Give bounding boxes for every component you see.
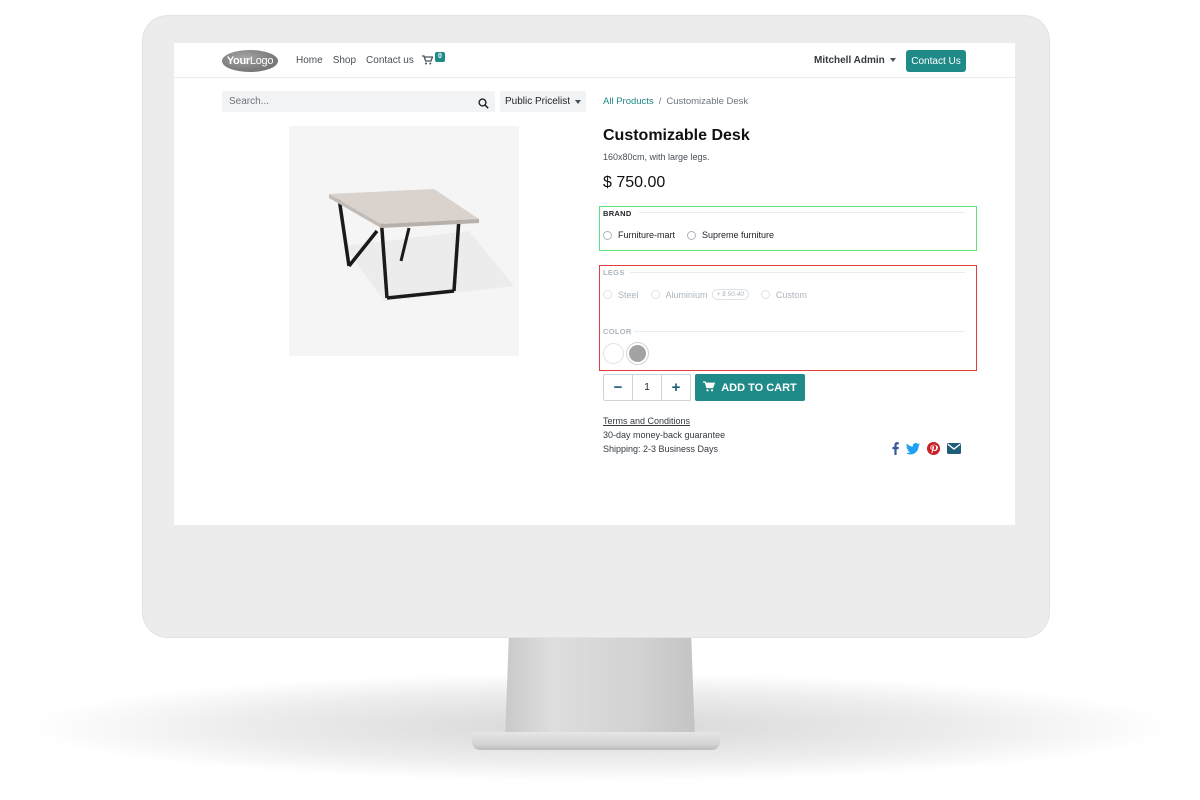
quantity-stepper: − 1 + <box>603 374 691 401</box>
quantity-increase-button[interactable]: + <box>662 375 690 400</box>
radio-button[interactable] <box>760 290 770 299</box>
envelope-icon[interactable] <box>947 443 961 454</box>
screen: Your Logo Home Shop Contact us 0 Mitchell… <box>174 43 1015 525</box>
breadcrumb-separator: / <box>658 96 662 107</box>
breadcrumb-current: Customizable Desk <box>666 96 749 107</box>
chevron-down-icon <box>575 99 582 104</box>
add-to-cart-label: ADD TO CART <box>721 381 797 394</box>
legs-option-steel[interactable]: Steel <box>603 290 639 300</box>
site-header: Your Logo Home Shop Contact us 0 Mitchell… <box>174 43 1015 78</box>
terms-link[interactable]: Terms and Conditions <box>603 416 690 426</box>
legs-option-aluminium[interactable]: Aluminium + $ 50.40 <box>650 289 749 300</box>
monitor-stand <box>505 636 695 740</box>
product-image[interactable] <box>289 126 519 356</box>
pricelist-label: Public Pricelist <box>504 96 571 107</box>
color-divider <box>634 331 965 332</box>
brand-option-label: Furniture-mart <box>618 230 676 240</box>
nav-shop[interactable]: Shop <box>333 55 356 66</box>
cart-count-badge: 0 <box>435 52 445 62</box>
search-icon[interactable] <box>478 96 489 109</box>
add-to-cart-button[interactable]: ADD TO CART <box>695 374 805 401</box>
brand-divider <box>639 212 965 213</box>
twitter-icon[interactable] <box>906 442 920 455</box>
radio-button[interactable] <box>603 290 612 299</box>
quantity-input[interactable]: 1 <box>632 375 662 400</box>
radio-button[interactable] <box>650 290 660 299</box>
nav-home[interactable]: Home <box>296 55 323 66</box>
monitor-stand-base <box>472 732 720 750</box>
guarantee-text: 30-day money-back guarantee <box>603 430 726 440</box>
brand-label: BRAND <box>603 209 632 218</box>
cart-icon <box>703 380 716 395</box>
legs-label: LEGS <box>603 268 625 277</box>
logo-text-logo: Logo <box>249 55 274 67</box>
color-swatch-white[interactable] <box>603 343 624 364</box>
legs-option-custom[interactable]: Custom <box>760 289 807 300</box>
product-title: Customizable Desk <box>603 127 750 144</box>
cart-link[interactable]: 0 <box>422 52 445 68</box>
brand-option-supreme-furniture[interactable]: Supreme furniture <box>687 230 774 240</box>
radio-button[interactable] <box>603 230 612 240</box>
breadcrumb: All Products / Customizable Desk <box>603 96 748 107</box>
legs-option-label: Custom <box>775 289 807 300</box>
pricelist-dropdown[interactable]: Public Pricelist <box>500 91 586 112</box>
product-price: $ 750.00 <box>603 174 666 191</box>
cart-icon <box>422 55 434 68</box>
brand-option-furniture-mart[interactable]: Furniture-mart <box>603 230 675 240</box>
color-swatch-grey[interactable] <box>627 343 648 364</box>
brand-options: Furniture-mart Supreme furniture <box>603 230 786 240</box>
legs-color-highlight <box>599 265 977 371</box>
facebook-icon[interactable] <box>892 442 899 455</box>
search-bar <box>222 91 495 112</box>
share-links <box>892 442 961 455</box>
legs-option-label: Steel <box>618 289 639 300</box>
breadcrumb-all-products[interactable]: All Products <box>603 96 654 107</box>
price-extra-badge: + $ 50.40 <box>711 289 749 300</box>
desk-illustration <box>329 189 514 301</box>
user-menu[interactable]: Mitchell Admin <box>814 55 896 66</box>
product-description: 160x80cm, with large legs. <box>603 152 710 162</box>
brand-option-label: Supreme furniture <box>702 230 775 240</box>
legs-options: Steel Aluminium + $ 50.40 Custom <box>603 289 819 300</box>
quantity-decrease-button[interactable]: − <box>604 375 632 400</box>
main-nav: Home Shop Contact us <box>296 55 414 66</box>
user-name: Mitchell Admin <box>814 55 885 66</box>
legs-option-label: Aluminium <box>665 289 708 300</box>
radio-button[interactable] <box>687 230 697 240</box>
legs-divider <box>630 272 965 273</box>
search-input[interactable] <box>222 91 462 112</box>
contact-us-button[interactable]: Contact Us <box>906 50 966 72</box>
logo-text-your: Your <box>226 55 250 67</box>
pinterest-icon[interactable] <box>927 442 940 455</box>
nav-contact-us[interactable]: Contact us <box>366 55 414 66</box>
shipping-text: Shipping: 2-3 Business Days <box>603 444 719 454</box>
logo[interactable]: Your Logo <box>222 50 278 72</box>
color-label: COLOR <box>603 327 632 336</box>
chevron-down-icon <box>889 58 896 63</box>
